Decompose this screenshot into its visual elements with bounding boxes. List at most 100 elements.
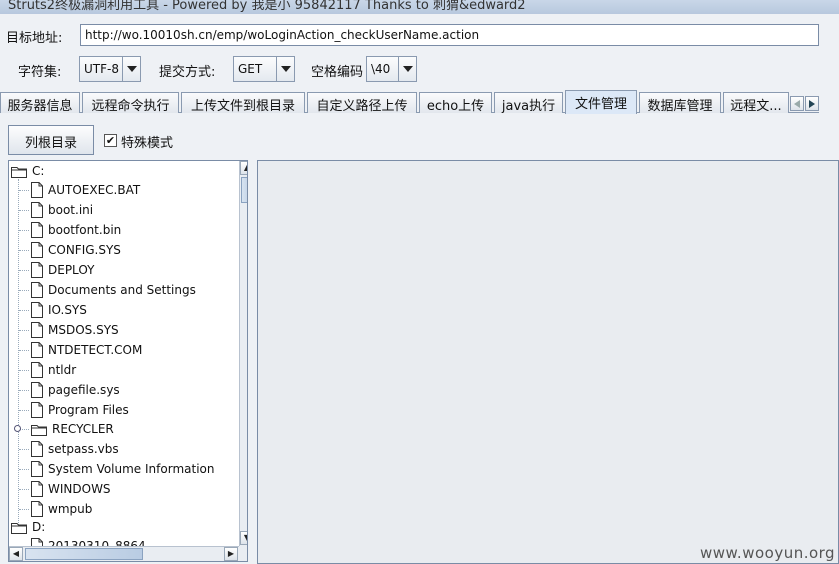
tree-root-c[interactable]: C: bbox=[11, 162, 44, 180]
tab-file-manager[interactable]: 文件管理 bbox=[565, 90, 637, 114]
horizontal-scroll-thumb[interactable] bbox=[25, 548, 143, 560]
window-titlebar: Struts2终极漏洞利用工具 - Powered by 我是小 9584211… bbox=[0, 0, 839, 14]
tab-java-exec[interactable]: java执行 bbox=[494, 92, 563, 113]
folder-icon bbox=[11, 165, 27, 178]
method-label: 提交方式: bbox=[159, 65, 216, 80]
method-value: GET bbox=[238, 62, 263, 76]
tree-guide bbox=[19, 410, 29, 411]
folder-icon bbox=[11, 521, 27, 534]
window-title: Struts2终极漏洞利用工具 - Powered by 我是小 9584211… bbox=[8, 0, 526, 13]
special-mode-label: 特殊模式 bbox=[121, 136, 174, 151]
file-icon bbox=[31, 222, 43, 238]
file-icon bbox=[31, 262, 43, 278]
special-mode-checkbox[interactable]: ✔ bbox=[104, 134, 117, 147]
tree-item-label: pagefile.sys bbox=[48, 383, 120, 397]
file-icon bbox=[31, 481, 43, 497]
tree-item[interactable]: wmpub bbox=[31, 500, 92, 518]
tree-item[interactable]: NTDETECT.COM bbox=[31, 341, 142, 359]
tree-item-label: setpass.vbs bbox=[48, 442, 119, 456]
scroll-down-button[interactable]: ▼ bbox=[240, 531, 247, 545]
charset-label: 字符集: bbox=[18, 65, 62, 80]
target-url-input[interactable]: http://wo.10010sh.cn/emp/woLoginAction_c… bbox=[80, 24, 819, 46]
tree-item-label: AUTOEXEC.BAT bbox=[48, 183, 141, 197]
file-icon bbox=[31, 461, 43, 477]
file-content-area[interactable] bbox=[257, 160, 839, 564]
horizontal-scrollbar[interactable]: ◀ ▶ bbox=[9, 546, 239, 561]
tree-item[interactable]: AUTOEXEC.BAT bbox=[31, 181, 140, 199]
charset-value: UTF-8 bbox=[84, 62, 119, 76]
tree-item[interactable]: DEPLOY bbox=[31, 261, 94, 279]
file-icon bbox=[31, 441, 43, 457]
file-icon bbox=[31, 202, 43, 218]
method-select[interactable]: GET bbox=[233, 56, 295, 82]
tree-item-label: CONFIG.SYS bbox=[48, 243, 121, 257]
tab-remote-command[interactable]: 远程命令执行 bbox=[82, 92, 179, 113]
tree-item[interactable]: setpass.vbs bbox=[31, 440, 119, 458]
tab-scroll-right[interactable] bbox=[805, 96, 819, 111]
charset-select[interactable]: UTF-8 bbox=[79, 56, 141, 82]
scroll-left-button[interactable]: ◀ bbox=[9, 547, 23, 561]
tree-item-label: C: bbox=[32, 164, 45, 178]
tree-guide bbox=[19, 270, 29, 271]
tree-guide bbox=[19, 469, 29, 470]
chevron-down-icon[interactable] bbox=[398, 57, 416, 81]
tree-root-d[interactable]: D: bbox=[11, 518, 45, 536]
tree-guide bbox=[19, 210, 29, 211]
tree-item[interactable]: System Volume Information bbox=[31, 460, 214, 478]
chevron-down-icon[interactable] bbox=[276, 57, 294, 81]
tree-item[interactable]: Program Files bbox=[31, 401, 129, 419]
tree-item[interactable]: CONFIG.SYS bbox=[31, 241, 121, 259]
tree-guide bbox=[19, 509, 29, 510]
tree-item-label: MSDOS.SYS bbox=[48, 323, 119, 337]
tree-guide bbox=[19, 250, 29, 251]
scroll-up-button[interactable]: ▲ bbox=[240, 161, 247, 175]
tree-item[interactable]: WINDOWS bbox=[31, 480, 111, 498]
tree-item[interactable]: IO.SYS bbox=[31, 301, 87, 319]
tree-item-label: System Volume Information bbox=[48, 462, 215, 476]
tab-upload-root[interactable]: 上传文件到根目录 bbox=[181, 92, 305, 113]
tab-server-info[interactable]: 服务器信息 bbox=[0, 92, 80, 113]
tree-guide bbox=[19, 190, 29, 191]
expand-toggle-icon[interactable] bbox=[14, 425, 21, 432]
space-encoding-select[interactable]: \40 bbox=[366, 56, 417, 82]
file-icon bbox=[31, 342, 43, 358]
tab-custom-upload[interactable]: 自定义路径上传 bbox=[307, 92, 417, 113]
tree-item[interactable]: boot.ini bbox=[31, 201, 93, 219]
tree-item-label: WINDOWS bbox=[48, 482, 111, 496]
file-icon bbox=[31, 282, 43, 298]
tree-item-label: Documents and Settings bbox=[48, 283, 196, 297]
tree-item-label: D: bbox=[32, 520, 46, 534]
tree-item[interactable]: ntldr bbox=[31, 361, 76, 379]
tree-item[interactable]: RECYCLER bbox=[31, 420, 114, 438]
file-icon bbox=[31, 402, 43, 418]
tree-guide bbox=[19, 290, 29, 291]
tab-echo-upload[interactable]: echo上传 bbox=[419, 92, 492, 113]
file-icon bbox=[31, 362, 43, 378]
vertical-scrollbar[interactable]: ▲ ▼ bbox=[239, 161, 247, 546]
tree-item[interactable]: bootfont.bin bbox=[31, 221, 121, 239]
tree-item-label: wmpub bbox=[48, 502, 93, 516]
tree-item[interactable]: pagefile.sys bbox=[31, 381, 120, 399]
vertical-scroll-thumb[interactable] bbox=[241, 177, 247, 203]
tree-item-label: DEPLOY bbox=[48, 263, 95, 277]
tab-remote-file[interactable]: 远程文... bbox=[723, 92, 789, 113]
tab-bar: 服务器信息 远程命令执行 上传文件到根目录 自定义路径上传 echo上传 jav… bbox=[0, 90, 819, 114]
file-icon bbox=[31, 182, 43, 198]
tree-item-label: RECYCLER bbox=[52, 422, 114, 436]
tree-item-label: NTDETECT.COM bbox=[48, 343, 143, 357]
chevron-right-icon bbox=[809, 99, 815, 108]
file-icon bbox=[31, 322, 43, 338]
tree-guide bbox=[19, 230, 29, 231]
tab-database[interactable]: 数据库管理 bbox=[639, 92, 721, 113]
tab-scroll-left[interactable] bbox=[790, 96, 804, 111]
file-icon bbox=[31, 501, 43, 517]
tree-item-label: bootfont.bin bbox=[48, 223, 122, 237]
chevron-down-icon[interactable] bbox=[122, 57, 140, 81]
file-tree[interactable]: C: AUTOEXEC.BAT boot.ini bootfont.bin CONFIG… bbox=[8, 160, 248, 562]
tree-item[interactable]: Documents and Settings bbox=[31, 281, 196, 299]
tree-item[interactable]: MSDOS.SYS bbox=[31, 321, 119, 339]
scroll-right-button[interactable]: ▶ bbox=[224, 547, 238, 561]
folder-icon bbox=[31, 423, 47, 436]
list-root-button[interactable]: 列根目录 bbox=[8, 125, 94, 155]
space-encoding-label: 空格编码 bbox=[311, 65, 364, 80]
